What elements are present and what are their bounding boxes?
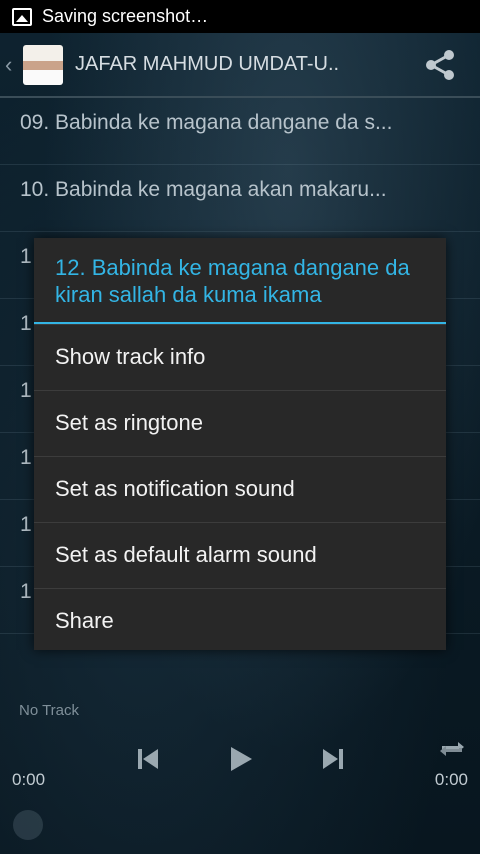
now-playing-label: No Track [19,702,80,719]
list-item[interactable]: 10. Babinda ke magana akan makaru... [0,165,480,232]
list-item[interactable]: 09. Babinda ke magana dangane da s... [0,98,480,165]
set-ringtone-item[interactable]: Set as ringtone [34,390,446,456]
set-notification-sound-item[interactable]: Set as notification sound [34,456,446,522]
context-menu-dialog: 12. Babinda ke magana dangane da kiran s… [34,238,446,650]
elapsed-time: 0:00 [12,770,46,789]
show-track-info-item[interactable]: Show track info [34,324,446,390]
set-alarm-sound-item[interactable]: Set as default alarm sound [34,522,446,588]
image-icon [12,7,32,26]
action-bar: ‹ JAFAR MAHMUD UMDAT-U.. [0,33,480,98]
play-icon[interactable] [225,744,255,774]
share-icon[interactable] [420,45,460,85]
page-title[interactable]: JAFAR MAHMUD UMDAT-U.. [75,53,420,76]
avatar[interactable] [23,44,63,85]
share-item[interactable]: Share [34,588,446,654]
status-bar: Saving screenshot… [0,0,480,33]
next-icon[interactable] [318,744,348,774]
player-bar: No Track 0:00 0:00 [0,698,480,854]
playback-indicator [13,810,43,840]
repeat-icon[interactable] [438,738,466,760]
status-text: Saving screenshot… [42,6,209,26]
total-time: 0:00 [434,770,468,789]
back-chevron-icon[interactable]: ‹ [5,52,23,78]
dialog-title: 12. Babinda ke magana dangane da kiran s… [34,238,446,324]
prev-icon[interactable] [133,744,163,774]
